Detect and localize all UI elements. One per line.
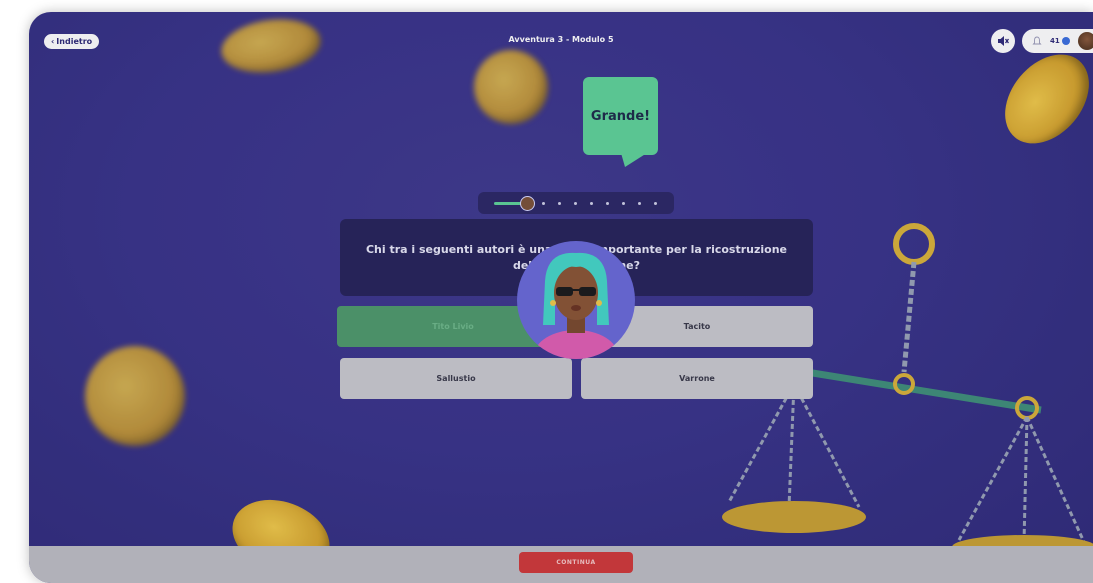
- continue-label: CONTINUA: [556, 559, 596, 566]
- bell-icon[interactable]: [1032, 36, 1042, 46]
- mute-button[interactable]: [991, 29, 1015, 53]
- answer-label: Varrone: [679, 374, 715, 383]
- stats-pill: 41: [1022, 29, 1093, 53]
- continue-button[interactable]: CONTINUA: [519, 552, 633, 573]
- coin-count: 41: [1050, 37, 1060, 45]
- progress-step-dot: [622, 202, 625, 205]
- feedback-bubble: Grande!: [583, 77, 658, 155]
- progress-track: [478, 192, 674, 214]
- progress-fill: [494, 202, 522, 205]
- progress-step-dot: [638, 202, 641, 205]
- answer-option-3[interactable]: Sallustio: [340, 358, 572, 399]
- progress-avatar-marker: [520, 196, 535, 211]
- app-frame: ‹ Indietro Avventura 3 - Modulo 5 41 Gra…: [29, 12, 1093, 583]
- avatar[interactable]: [1077, 32, 1093, 50]
- progress-step-dot: [574, 202, 577, 205]
- answer-label: Sallustio: [436, 374, 476, 383]
- page-title: Avventura 3 - Modulo 5: [508, 35, 614, 44]
- speaker-muted-icon: [998, 36, 1009, 46]
- top-bar: ‹ Indietro Avventura 3 - Modulo 5 41: [29, 12, 1093, 72]
- progress-step-dot: [590, 202, 593, 205]
- coin-icon: [1061, 37, 1070, 45]
- character-avatar: [517, 241, 635, 359]
- feedback-bubble-tail: [621, 153, 647, 167]
- answer-option-4[interactable]: Varrone: [581, 358, 813, 399]
- progress-step-dot: [606, 202, 609, 205]
- progress-step-dot: [558, 202, 561, 205]
- answer-label: Tito Livio: [432, 322, 474, 331]
- answer-label: Tacito: [683, 322, 711, 331]
- progress-step-dot: [542, 202, 545, 205]
- feedback-text: Grande!: [590, 108, 651, 124]
- progress-step-dot: [654, 202, 657, 205]
